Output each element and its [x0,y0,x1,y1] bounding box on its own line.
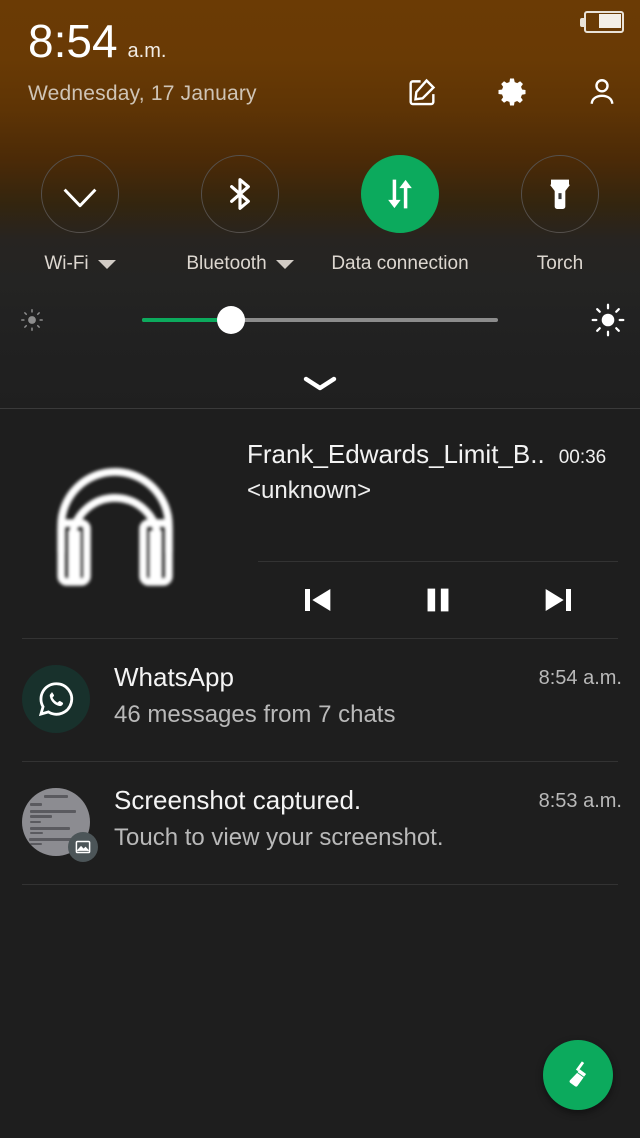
quick-settings-tiles: Wi-Fi Bluetooth Data connection Torch [0,155,640,275]
user-profile-icon[interactable] [582,72,622,112]
slider-thumb[interactable] [217,306,245,334]
tile-label: Torch [536,253,584,274]
skip-previous-icon [305,589,331,611]
media-artist: <unknown> [247,477,372,504]
battery-fill [599,14,621,28]
brightness-high-icon [576,302,640,338]
wifi-label-row[interactable]: Wi-Fi [44,253,116,275]
screenshot-thumbnail [22,788,98,862]
chevron-down-icon[interactable] [275,259,294,269]
torch-icon [549,179,571,209]
media-notification[interactable]: Frank_Edwards_Limit_B.. 00:36 <unknown> [0,409,640,638]
notification-shade: 8:54 a.m. Wednesday, 17 January Wi-Fi Bl… [0,0,640,1138]
expand-panel-button[interactable] [0,366,640,400]
media-controls-divider [258,561,618,562]
slider-fill [142,318,228,322]
bluetooth-label-row[interactable]: Bluetooth [186,253,294,275]
wifi-icon [63,188,97,208]
media-track-title: Frank_Edwards_Limit_B.. [247,439,545,469]
notification-time: 8:54 a.m. [538,667,622,689]
notification-time: 8:53 a.m. [538,790,622,812]
notification-list: Frank_Edwards_Limit_B.. 00:36 <unknown> [0,409,640,1138]
next-track-button[interactable] [522,572,594,628]
media-elapsed-time: 00:36 [558,447,607,468]
chevron-down-icon [303,376,337,391]
tile-data-connection[interactable]: Data connection [320,155,480,275]
clock-time: 8:54 [28,15,118,67]
notification-divider-last [22,884,618,885]
notification-title: Screenshot captured. [114,785,362,815]
brightness-slider[interactable] [74,296,566,344]
edit-icon[interactable] [402,72,442,112]
image-icon [68,832,98,862]
notification-screenshot[interactable]: Screenshot captured. Touch to view your … [0,762,640,884]
settings-gear-icon[interactable] [492,72,532,112]
notification-subtitle: 46 messages from 7 chats [114,701,396,728]
pause-icon [427,588,449,612]
clock[interactable]: 8:54 a.m. [28,18,166,64]
brightness-low-icon [0,307,64,333]
tile-torch[interactable]: Torch [480,155,640,275]
data-connection-tile-circle[interactable] [361,155,439,233]
tile-label: Bluetooth [186,253,267,274]
date-label: Wednesday, 17 January [28,82,257,105]
clear-all-brush-icon [569,1061,587,1087]
notification-title: WhatsApp [114,662,234,692]
media-controls [258,569,618,631]
brightness-slider-row[interactable] [0,296,640,344]
whatsapp-icon-circle [22,665,90,733]
bluetooth-tile-circle[interactable] [201,155,279,233]
data-connection-icon [388,179,412,209]
tile-label: Wi-Fi [44,253,89,274]
notification-whatsapp[interactable]: WhatsApp 46 messages from 7 chats 8:54 a… [0,639,640,761]
data-connection-label-row[interactable]: Data connection [331,253,468,275]
whatsapp-icon [22,665,90,733]
previous-track-button[interactable] [282,572,354,628]
media-title-row: Frank_Edwards_Limit_B.. 00:36 [247,439,622,470]
clock-ampm: a.m. [127,40,167,62]
wifi-tile-circle[interactable] [41,155,119,233]
torch-label-row[interactable]: Torch [537,253,583,275]
headphones-icon [24,445,206,605]
notification-subtitle: Touch to view your screenshot. [114,824,444,851]
skip-next-icon [545,589,571,611]
tile-wifi[interactable]: Wi-Fi [0,155,160,275]
battery-icon [580,11,624,33]
clear-all-button[interactable] [543,1040,613,1110]
tile-bluetooth[interactable]: Bluetooth [160,155,320,275]
tile-label: Data connection [331,253,469,274]
chevron-down-icon[interactable] [97,259,116,269]
header-actions [402,72,622,112]
bluetooth-icon [230,178,250,210]
quick-settings-panel: 8:54 a.m. Wednesday, 17 January Wi-Fi Bl… [0,0,640,409]
torch-tile-circle[interactable] [521,155,599,233]
pause-button[interactable] [402,572,474,628]
